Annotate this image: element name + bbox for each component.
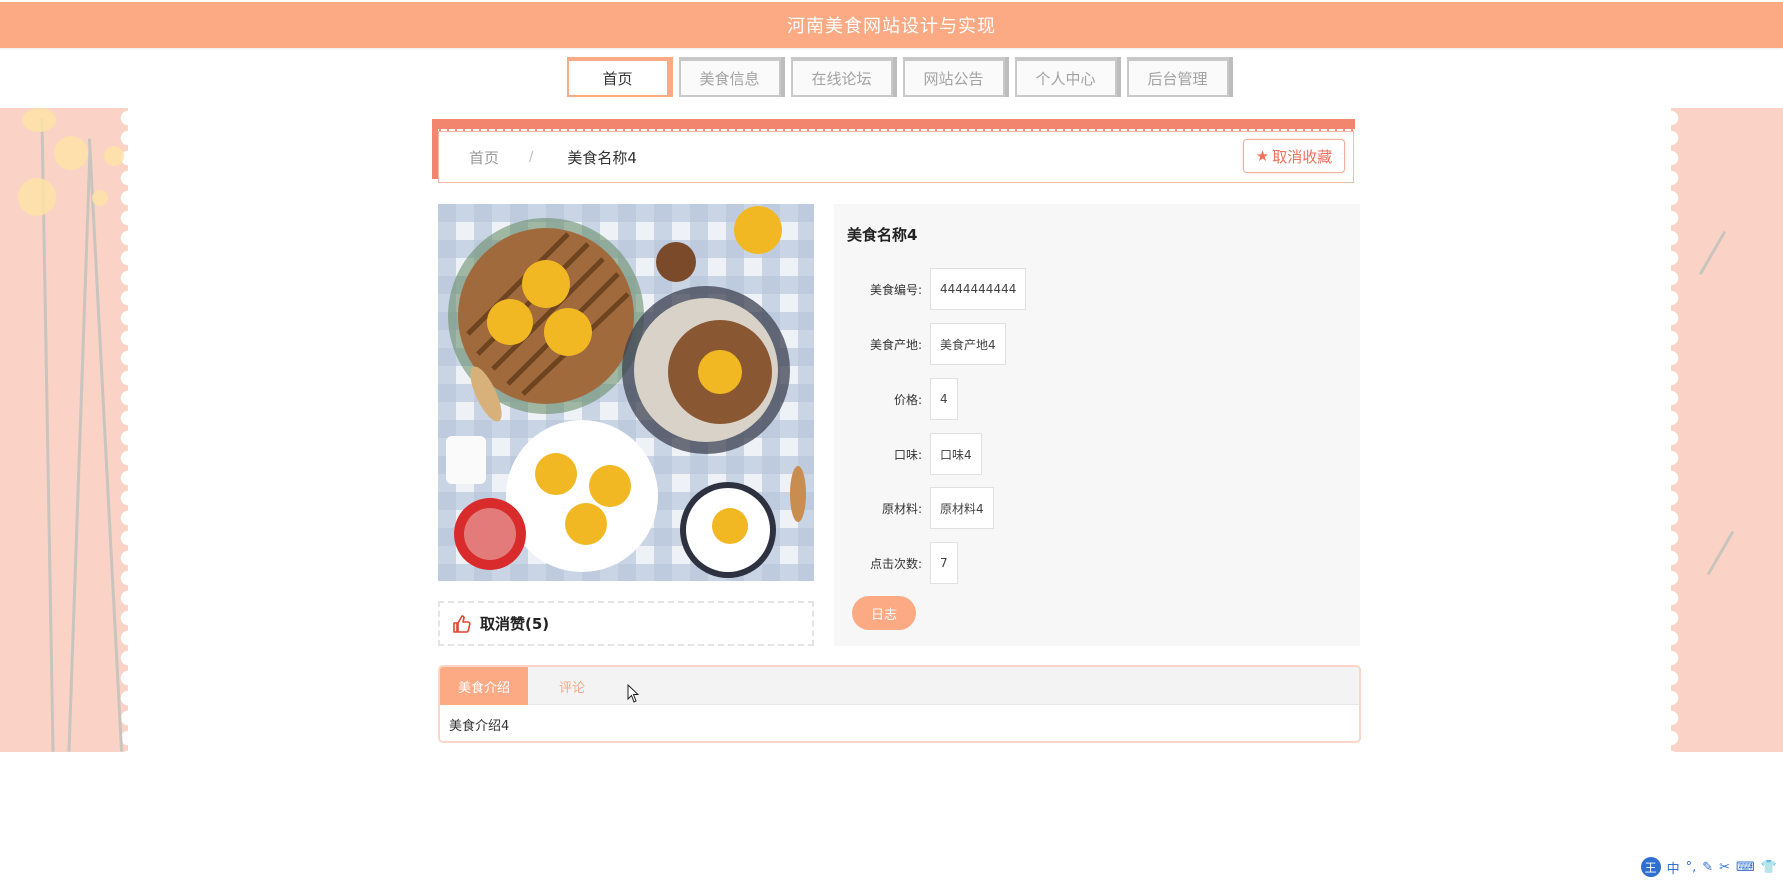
- breadcrumb-bar: 首页 / 美食名称4 ★ 取消收藏: [432, 119, 1360, 184]
- food-name-title: 美食名称4: [847, 226, 918, 244]
- field-label: 口味:: [893, 447, 922, 462]
- tab-content: 美食介绍4: [449, 719, 510, 734]
- field-label: 美食产地:: [869, 337, 922, 352]
- page: 河南美食网站设计与实现 首页 美食信息 在线论坛 网站公告 个人中心 后台管理 …: [0, 0, 1783, 880]
- field-value: 4: [930, 378, 958, 420]
- field-flavor: 口味: 口味4: [834, 433, 982, 475]
- field-label: 原材料:: [881, 501, 922, 516]
- ime-toolbar: 王 中 °, ✎ ✂ ⌨ 👕: [1640, 856, 1783, 878]
- field-click-count: 点击次数: 7: [834, 542, 958, 584]
- site-header: 河南美食网站设计与实现: [0, 2, 1783, 48]
- field-value: 4444444444: [930, 268, 1027, 310]
- right-decoration: [1663, 108, 1783, 752]
- nav-item-forum[interactable]: 在线论坛: [790, 57, 897, 97]
- field-value: 原材料4: [930, 487, 994, 529]
- detail-tabs: 美食介绍 评论 美食介绍4: [438, 665, 1361, 743]
- nav-item-announcements[interactable]: 网站公告: [902, 57, 1009, 97]
- main-nav: 首页 美食信息 在线论坛 网站公告 个人中心 后台管理: [0, 57, 1783, 99]
- food-image: [438, 204, 814, 581]
- nav-item-food-info[interactable]: 美食信息: [678, 57, 785, 97]
- ime-keyboard-icon[interactable]: ⌨: [1736, 860, 1755, 875]
- field-label: 点击次数:: [869, 556, 922, 571]
- left-decoration: [0, 108, 136, 752]
- site-title: 河南美食网站设计与实现: [787, 16, 996, 37]
- breadcrumb-separator: /: [529, 149, 534, 165]
- breadcrumb-current: 美食名称4: [567, 148, 637, 167]
- unfavorite-label: 取消收藏: [1272, 147, 1333, 166]
- ime-skin-icon[interactable]: 👕: [1761, 860, 1777, 875]
- breadcrumb-home-link[interactable]: 首页: [469, 147, 499, 168]
- nav-item-admin[interactable]: 后台管理: [1126, 57, 1233, 97]
- field-label: 美食编号:: [869, 282, 922, 297]
- nav-item-home[interactable]: 首页: [566, 57, 673, 97]
- like-label: 取消赞(5): [480, 615, 550, 633]
- ime-handwriting-icon[interactable]: ✎: [1702, 860, 1713, 875]
- tab-food-intro[interactable]: 美食介绍: [440, 667, 528, 705]
- like-toggle[interactable]: 取消赞(5): [438, 601, 814, 646]
- field-price: 价格: 4: [834, 378, 958, 420]
- field-value: 7: [930, 542, 958, 584]
- unfavorite-button[interactable]: ★ 取消收藏: [1243, 139, 1345, 173]
- mouse-cursor-icon: [627, 684, 640, 703]
- star-icon: ★: [1255, 147, 1270, 165]
- thumbs-up-icon: [453, 614, 471, 633]
- ime-punctuation-icon[interactable]: °,: [1686, 860, 1697, 875]
- field-food-id: 美食编号: 4444444444: [834, 268, 1027, 310]
- tab-bar: 美食介绍 评论: [440, 667, 1359, 705]
- tab-comments[interactable]: 评论: [528, 667, 616, 705]
- field-label: 价格:: [893, 392, 922, 407]
- ime-logo-icon[interactable]: 王: [1640, 857, 1661, 877]
- ime-screenshot-icon[interactable]: ✂: [1719, 860, 1730, 875]
- field-origin: 美食产地: 美食产地4: [834, 323, 1006, 365]
- field-ingredients: 原材料: 原材料4: [834, 487, 994, 529]
- food-detail-panel: 美食名称4 美食编号: 4444444444 美食产地: 美食产地4 价格: 4…: [834, 204, 1360, 646]
- field-value: 美食产地4: [930, 323, 1006, 365]
- field-value: 口味4: [930, 433, 982, 475]
- nav-item-personal-center[interactable]: 个人中心: [1014, 57, 1121, 97]
- ime-chinese-mode[interactable]: 中: [1667, 858, 1680, 877]
- food-photo-illustration: [438, 204, 814, 581]
- breadcrumb: 首页 / 美食名称4 ★ 取消收藏: [438, 131, 1354, 183]
- log-button[interactable]: 日志: [852, 596, 916, 630]
